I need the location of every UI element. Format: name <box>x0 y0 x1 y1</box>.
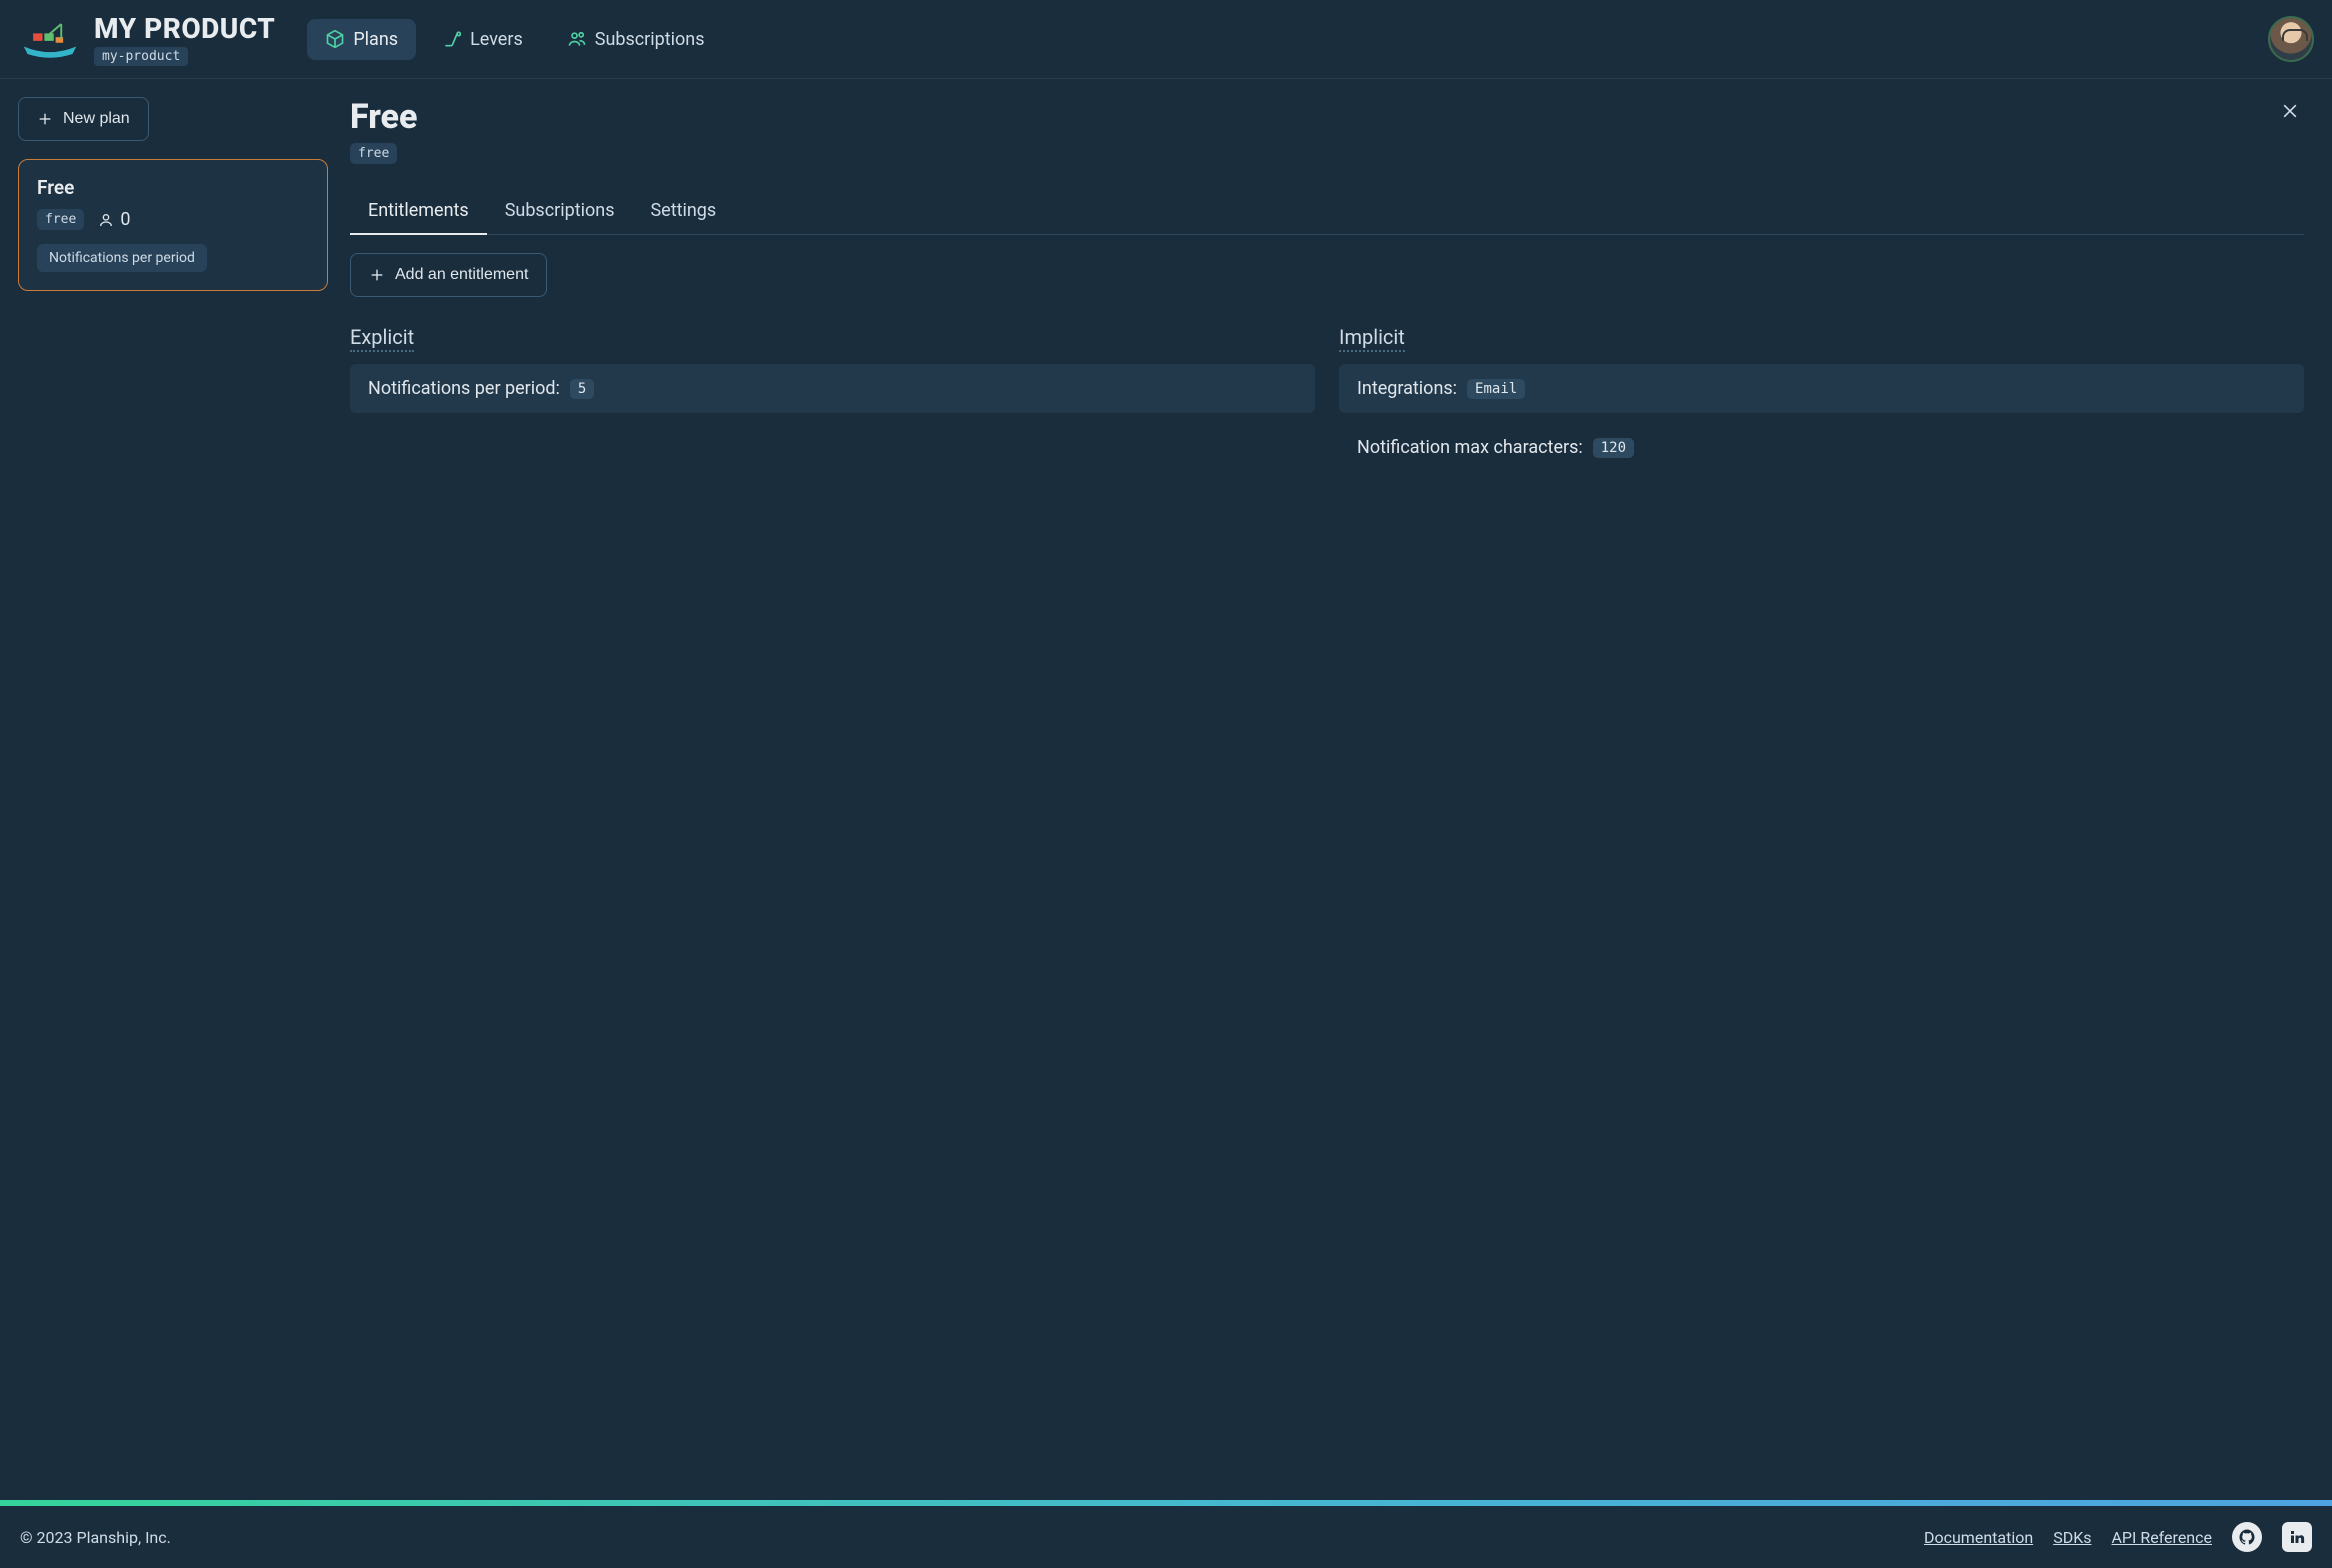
linkedin-link[interactable] <box>2282 1522 2312 1552</box>
plan-entitlement-chip: Notifications per period <box>37 244 207 272</box>
tab-settings[interactable]: Settings <box>632 188 734 235</box>
product-slug: my-product <box>94 47 188 66</box>
user-icon <box>98 212 114 228</box>
entitlement-row[interactable]: Notification max characters: 120 <box>1339 423 2304 472</box>
footer-link-sdks[interactable]: SDKs <box>2053 1528 2091 1547</box>
app-header: MY PRODUCT my-product Plans Levers Subsc… <box>0 0 2332 79</box>
nav-levers-label: Levers <box>470 29 523 50</box>
footer-link-docs[interactable]: Documentation <box>1924 1528 2033 1547</box>
footer-links: Documentation SDKs API Reference <box>1924 1522 2312 1552</box>
implicit-heading: Implicit <box>1339 325 1405 352</box>
linkedin-icon <box>2288 1528 2306 1546</box>
new-plan-label: New plan <box>63 110 130 128</box>
github-link[interactable] <box>2232 1522 2262 1552</box>
user-avatar[interactable] <box>2268 16 2314 62</box>
entitlement-label: Notification max characters: <box>1357 437 1583 458</box>
footer-copyright: © 2023 Planship, Inc. <box>20 1528 171 1547</box>
plan-card-title: Free <box>37 176 309 199</box>
plus-icon <box>369 267 385 283</box>
page-slug: free <box>350 143 397 164</box>
plan-card-free[interactable]: Free free 0 Notifications per period <box>18 159 328 291</box>
box-icon <box>325 29 345 49</box>
new-plan-button[interactable]: New plan <box>18 97 149 141</box>
add-entitlement-button[interactable]: Add an entitlement <box>350 253 547 297</box>
tab-subscriptions[interactable]: Subscriptions <box>487 188 633 235</box>
nav-subscriptions-label: Subscriptions <box>595 29 705 50</box>
entitlement-row[interactable]: Integrations: Email <box>1339 364 2304 413</box>
explicit-section: Explicit Notifications per period: 5 <box>350 325 1315 482</box>
nav-subscriptions[interactable]: Subscriptions <box>549 19 723 60</box>
close-icon <box>2280 101 2300 121</box>
tab-entitlements[interactable]: Entitlements <box>350 188 487 235</box>
plus-icon <box>37 111 53 127</box>
levers-icon <box>442 29 462 49</box>
explicit-heading: Explicit <box>350 325 414 352</box>
product-block: MY PRODUCT my-product <box>94 12 275 66</box>
entitlement-label: Integrations: <box>1357 378 1457 399</box>
nav-plans[interactable]: Plans <box>307 19 416 60</box>
tabs: Entitlements Subscriptions Settings <box>350 188 2304 235</box>
page-title: Free <box>350 97 417 137</box>
sidebar: New plan Free free 0 Notifications per p… <box>18 97 328 1482</box>
plan-user-count-value: 0 <box>120 209 130 230</box>
plan-card-slug: free <box>37 209 84 230</box>
users-icon <box>567 29 587 49</box>
nav-levers[interactable]: Levers <box>424 19 541 60</box>
top-nav: Plans Levers Subscriptions <box>307 19 722 60</box>
entitlement-value: Email <box>1467 379 1525 399</box>
app-logo <box>18 17 82 61</box>
add-entitlement-label: Add an entitlement <box>395 266 528 284</box>
implicit-section: Implicit Integrations: Email Notificatio… <box>1339 325 2304 482</box>
footer: © 2023 Planship, Inc. Documentation SDKs… <box>0 1506 2332 1568</box>
product-name: MY PRODUCT <box>94 12 275 45</box>
github-icon <box>2238 1528 2256 1546</box>
entitlement-value: 120 <box>1593 438 1634 458</box>
plan-user-count: 0 <box>98 209 130 230</box>
footer-link-api[interactable]: API Reference <box>2111 1528 2212 1547</box>
entitlement-value: 5 <box>570 379 594 399</box>
entitlement-row[interactable]: Notifications per period: 5 <box>350 364 1315 413</box>
close-button[interactable] <box>2276 97 2304 125</box>
nav-plans-label: Plans <box>353 29 398 50</box>
main-panel: Free free Entitlements Subscriptions Set… <box>350 97 2314 1482</box>
entitlement-label: Notifications per period: <box>368 378 560 399</box>
